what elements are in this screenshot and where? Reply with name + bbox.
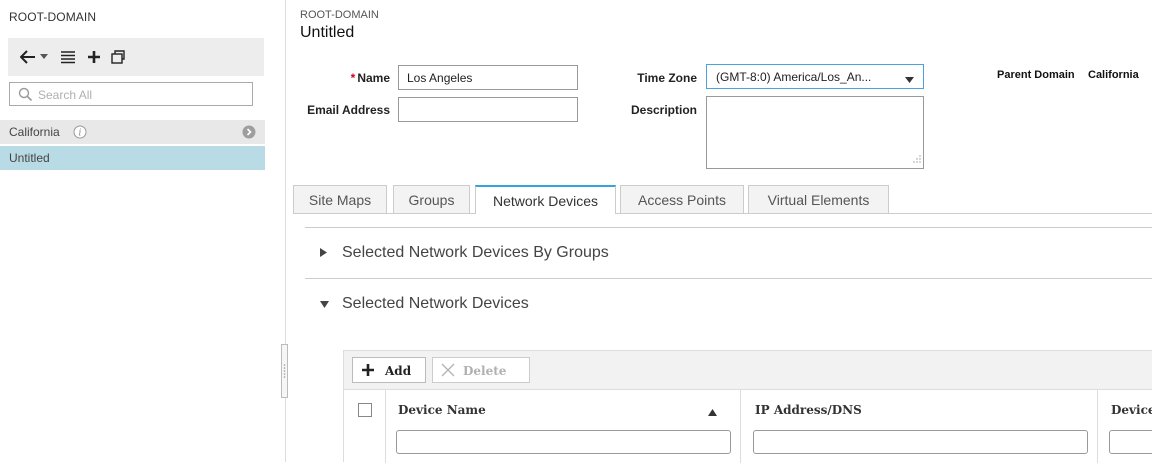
name-label: * Name [350,71,390,85]
column-separator [740,390,741,463]
back-arrow-icon[interactable] [18,38,38,76]
tab-groups[interactable]: Groups [393,185,470,213]
breadcrumb: ROOT-DOMAIN [300,9,379,21]
ip-address-filter-input[interactable] [753,430,1088,454]
tab-virtual-elements[interactable]: Virtual Elements [748,185,889,213]
grid-header: Device Name IP Address/DNS Device [343,389,1152,463]
tab-site-maps[interactable]: Site Maps [293,185,387,213]
select-all-checkbox[interactable] [358,403,372,417]
device-filter-input[interactable] [1109,430,1152,454]
parent-domain-value: California [1088,69,1139,81]
search-icon [18,87,33,105]
sort-ascending-icon[interactable] [708,405,717,419]
duplicate-icon[interactable] [108,38,128,76]
tree-item-california[interactable]: California i [0,120,265,144]
column-header-device[interactable]: Device [1111,403,1152,417]
close-icon [441,363,455,380]
delete-button-label: Delete [463,364,507,378]
search-input[interactable]: Search All [9,82,253,106]
column-header-ip-address[interactable]: IP Address/DNS [755,403,862,417]
tree-toolbar [8,38,264,76]
plus-icon [361,363,375,380]
chevron-down-icon[interactable] [38,38,50,76]
email-label: Email Address [307,103,390,117]
svg-text:i: i [79,129,82,139]
tab-network-devices[interactable]: Network Devices [475,185,616,214]
plus-icon[interactable] [84,38,104,76]
device-name-filter-input[interactable] [396,430,731,454]
left-panel: ROOT-DOMAIN Search All California i Unti… [0,0,268,462]
description-label: Description [630,103,697,117]
info-icon[interactable]: i [73,125,87,142]
required-mark: * [350,71,356,85]
arrow-right-icon[interactable] [242,125,256,142]
tab-bar-divider [293,213,1152,214]
column-separator [1097,390,1098,463]
section-title-by-groups[interactable]: Selected Network Devices By Groups [342,244,609,262]
chevron-down-icon [905,73,914,87]
time-zone-label: Time Zone [637,71,697,85]
grid-toolbar: Add Delete [343,350,1152,390]
tree-item-label: California [9,125,60,139]
section-title-selected-devices[interactable]: Selected Network Devices [342,295,529,313]
delete-button[interactable]: Delete [432,357,530,383]
page-title: Untitled [300,24,355,41]
add-button[interactable]: Add [352,357,426,383]
caret-right-icon[interactable] [320,248,327,260]
splitter-handle[interactable] [281,344,288,398]
search-placeholder: Search All [38,88,93,102]
add-button-label: Add [385,364,412,378]
tree-item-untitled[interactable]: Untitled [0,146,265,170]
name-value: Los Angeles [407,71,473,85]
time-zone-value: (GMT-8:0) America/Los_An... [716,70,872,84]
tab-access-points[interactable]: Access Points [620,185,744,213]
resize-grip-icon[interactable] [913,152,921,166]
column-header-device-name[interactable]: Device Name [398,403,486,417]
email-field[interactable] [398,97,578,122]
time-zone-select[interactable]: (GMT-8:0) America/Los_An... [706,64,924,89]
tree-item-label: Untitled [9,151,50,165]
caret-down-icon[interactable] [320,300,329,311]
list-icon[interactable] [58,38,78,76]
section-divider [305,278,1152,279]
column-separator [385,390,386,463]
panel-title: ROOT-DOMAIN [9,10,97,24]
section-divider [305,227,1152,228]
name-field[interactable]: Los Angeles [398,65,578,90]
parent-domain-label: Parent Domain [997,69,1075,81]
description-textarea[interactable] [706,96,924,169]
